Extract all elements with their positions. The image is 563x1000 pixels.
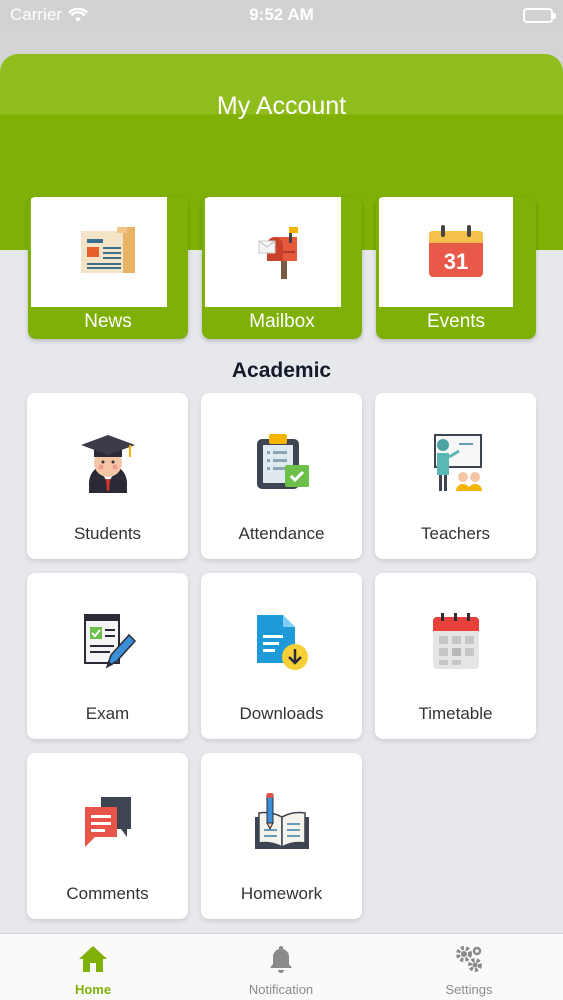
tile-timetable[interactable]: Timetable (375, 573, 536, 739)
status-left: Carrier (10, 5, 88, 25)
tile-comments[interactable]: Comments (27, 753, 188, 919)
mailbox-icon (258, 227, 298, 279)
newspaper-icon (81, 227, 135, 273)
events-label: Events (426, 311, 486, 332)
mailbox-card[interactable]: Mailbox (202, 197, 362, 339)
tile-exam[interactable]: Exam (27, 573, 188, 739)
tile-homework[interactable]: Homework (201, 753, 362, 919)
timetable-calendar-icon (432, 613, 479, 669)
tab-home[interactable]: Home (23, 934, 163, 1000)
tile-label: Students (73, 524, 142, 543)
battery-icon (523, 7, 556, 23)
exam-pencil-icon (83, 614, 136, 669)
homework-book-icon (254, 793, 309, 849)
mailbox-label: Mailbox (249, 311, 315, 332)
tile-attendance[interactable]: Attendance (201, 393, 362, 559)
bell-icon (270, 946, 292, 973)
tile-label: Downloads (239, 704, 324, 723)
page-title: My Account (216, 92, 347, 120)
tab-label: Home (74, 982, 112, 997)
clipboard-check-icon (256, 434, 309, 489)
tile-label: Timetable (418, 704, 493, 723)
tab-bar: Home Notification Settings (0, 933, 563, 1000)
tab-label: Settings (445, 982, 493, 997)
tab-label: Notification (248, 982, 314, 997)
student-graduate-icon (80, 435, 135, 493)
calendar-icon: 31 (429, 225, 483, 277)
events-card[interactable]: 31 Events (376, 197, 536, 339)
status-bar: Carrier 9:52 AM (0, 0, 563, 30)
section-title: Academic (231, 359, 332, 382)
tile-students[interactable]: Students (27, 393, 188, 559)
tab-settings[interactable]: Settings (399, 934, 539, 1000)
news-label: News (84, 311, 132, 332)
tile-label: Homework (240, 884, 323, 903)
download-document-icon (256, 615, 308, 670)
carrier-label: Carrier (10, 5, 62, 24)
comments-icon (84, 797, 131, 847)
tile-teachers[interactable]: Teachers (375, 393, 536, 559)
news-card[interactable]: News (28, 197, 188, 339)
tile-label: Exam (85, 704, 130, 723)
status-time: 9:52 AM (249, 5, 314, 24)
calendar-day: 31 (444, 249, 468, 274)
tile-label: Attendance (238, 524, 325, 543)
home-icon (79, 946, 107, 972)
tile-downloads[interactable]: Downloads (201, 573, 362, 739)
wifi-icon (67, 7, 88, 22)
teacher-board-icon (433, 434, 482, 491)
tile-label: Comments (66, 884, 149, 903)
gears-icon (456, 946, 482, 972)
tab-notification[interactable]: Notification (211, 934, 351, 1000)
tile-label: Teachers (421, 524, 490, 543)
